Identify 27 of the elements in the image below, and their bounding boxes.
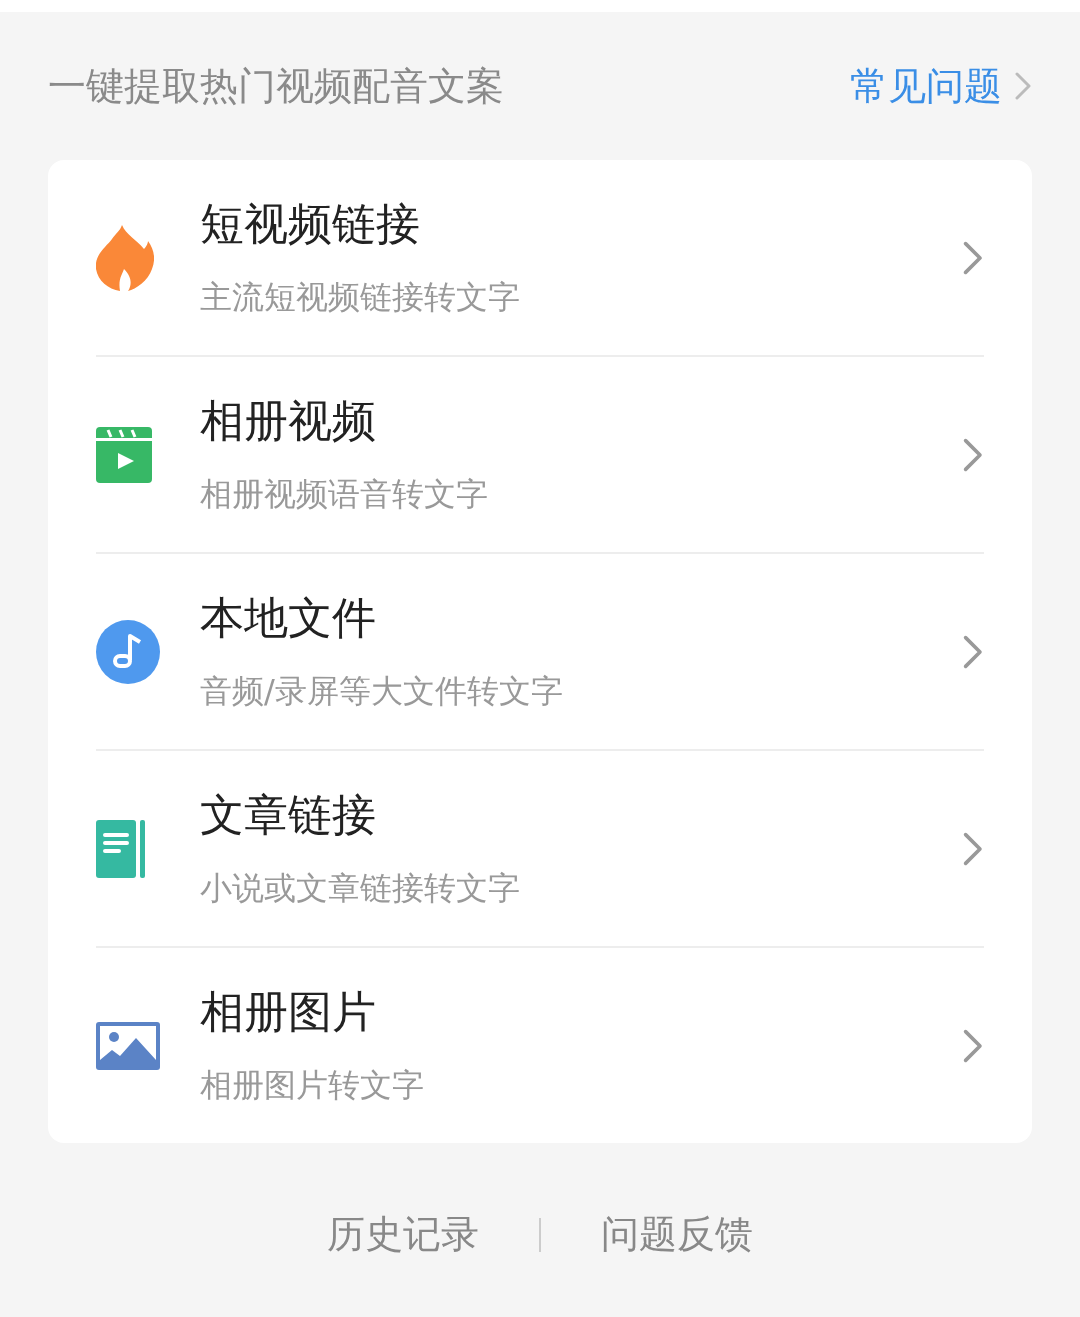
option-row[interactable]: 短视频链接 主流短视频链接转文字 [96,160,984,357]
option-subtitle: 相册视频语音转文字 [200,474,489,515]
option-row[interactable]: 文章链接 小说或文章链接转文字 [96,751,984,948]
option-title: 短视频链接 [200,197,421,251]
chevron-right-icon [962,239,984,276]
flame-icon [96,224,154,291]
music-note-icon [96,619,160,684]
chevron-right-icon [962,1027,984,1064]
option-title: 文章链接 [200,788,377,842]
option-row[interactable]: 相册视频 相册视频语音转文字 [96,357,984,554]
chevron-right-icon [962,633,984,670]
option-subtitle: 主流短视频链接转文字 [200,277,521,318]
chevron-right-icon [962,830,984,867]
option-title: 相册图片 [200,985,377,1039]
clapper-icon [96,426,152,483]
chevron-right-icon [1014,71,1032,101]
option-subtitle: 小说或文章链接转文字 [200,868,521,909]
option-row[interactable]: 本地文件 音频/录屏等大文件转文字 [96,554,984,751]
option-subtitle: 相册图片转文字 [200,1065,425,1106]
option-title: 本地文件 [200,591,377,645]
option-subtitle: 音频/录屏等大文件转文字 [200,671,564,712]
option-title: 相册视频 [200,394,377,448]
page-title: 一键提取热门视频配音文案 [48,62,504,110]
image-icon [96,1021,160,1070]
option-row[interactable]: 相册图片 相册图片转文字 [96,948,984,1143]
chevron-right-icon [962,436,984,473]
document-icon [96,819,146,878]
